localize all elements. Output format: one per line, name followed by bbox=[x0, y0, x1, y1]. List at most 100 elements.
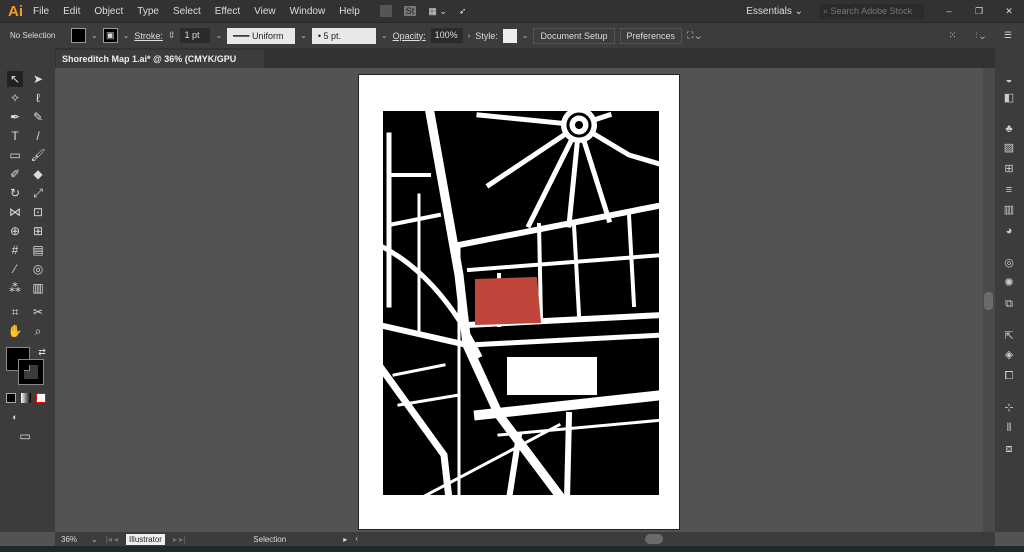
mesh-tool-icon[interactable]: # bbox=[7, 242, 23, 258]
transform-icon[interactable]: ⁙ bbox=[949, 30, 957, 41]
selection-tool-icon[interactable]: ↖ bbox=[7, 71, 23, 87]
minimize-icon[interactable]: – bbox=[934, 6, 964, 16]
close-window-icon[interactable]: ✕ bbox=[994, 6, 1024, 17]
eraser-tool-icon[interactable]: ◆ bbox=[30, 166, 46, 182]
horizontal-scroll-thumb[interactable] bbox=[645, 534, 664, 544]
pen-tool-icon[interactable]: ✒ bbox=[7, 109, 23, 125]
screen-mode-icon[interactable]: ▭ bbox=[17, 428, 33, 444]
lasso-tool-icon[interactable]: ℓ bbox=[30, 90, 46, 106]
appearance-panel-icon[interactable]: ◎ bbox=[1002, 257, 1016, 269]
menu-view[interactable]: View bbox=[254, 6, 276, 17]
status-menu-icon[interactable]: ▸ bbox=[343, 535, 347, 544]
opacity-input[interactable]: 100% bbox=[430, 28, 463, 43]
stroke-panel-icon[interactable]: ≡ bbox=[1002, 184, 1016, 196]
vertical-scroll-thumb[interactable] bbox=[984, 292, 993, 310]
rotate-tool-icon[interactable]: ↻ bbox=[7, 185, 23, 201]
width-tool-icon[interactable]: ⋈ bbox=[7, 204, 23, 220]
artboard-nav-next-icon[interactable]: ▸ ▸| bbox=[173, 535, 185, 544]
style-swatch[interactable] bbox=[502, 28, 517, 43]
scale-tool-icon[interactable]: ⤢ bbox=[30, 185, 46, 201]
workspace-switcher[interactable]: Essentials ⌄ bbox=[746, 6, 803, 17]
gradient-panel-icon[interactable]: ▥ bbox=[1002, 204, 1016, 216]
artboards-panel-icon[interactable]: ⧠ bbox=[1002, 370, 1016, 382]
paintbrush-tool-icon[interactable]: 🖌 bbox=[30, 147, 46, 163]
menu-object[interactable]: Object bbox=[94, 6, 123, 17]
align-icon[interactable]: ⫶ ⌄ bbox=[975, 30, 985, 41]
blend-tool-icon[interactable]: ◎ bbox=[30, 261, 46, 277]
curvature-tool-icon[interactable]: ✎ bbox=[30, 109, 46, 125]
menu-window[interactable]: Window bbox=[290, 6, 326, 17]
gradient-mode-icon[interactable] bbox=[21, 393, 31, 403]
column-graph-tool-icon[interactable]: ▥ bbox=[30, 280, 46, 296]
variable-width-profile[interactable]: ━━━ Uniform bbox=[227, 27, 296, 44]
artboard-nav-prev-icon[interactable]: |◂ ◂ bbox=[106, 535, 118, 544]
symbols-panel-icon[interactable]: ⊞ bbox=[1002, 163, 1016, 175]
symbol-sprayer-tool-icon[interactable]: ⁂ bbox=[7, 280, 23, 296]
brush-definition[interactable]: • 5 pt. Round bbox=[311, 27, 376, 57]
quick-actions-icon[interactable]: ⛶ ⌄ bbox=[687, 30, 701, 41]
pathfinder-panel-icon[interactable]: ⧈ bbox=[1002, 443, 1016, 455]
drawing-mode-icon[interactable]: ◐ bbox=[7, 409, 23, 425]
arrange-documents-icon[interactable]: ▦ ⌄ bbox=[428, 6, 447, 17]
highlighted-site bbox=[475, 277, 541, 325]
magic-wand-tool-icon[interactable]: ✧ bbox=[7, 90, 23, 106]
free-transform-tool-icon[interactable]: ⊡ bbox=[30, 204, 46, 220]
hand-tool-icon[interactable]: ✋ bbox=[7, 323, 23, 339]
artboard[interactable] bbox=[358, 74, 680, 530]
none-mode-icon[interactable] bbox=[36, 393, 46, 403]
menu-edit[interactable]: Edit bbox=[63, 6, 80, 17]
document-tab[interactable]: Shoreditch Map 1.ai* @ 36% (CMYK/GPU Pre… bbox=[56, 50, 264, 82]
layers-panel-icon[interactable]: ◈ bbox=[1002, 349, 1016, 361]
fill-swatch[interactable] bbox=[71, 28, 86, 43]
bridge-icon[interactable] bbox=[379, 5, 392, 17]
eyedropper-tool-icon[interactable]: ⁄ bbox=[7, 261, 23, 277]
direct-selection-tool-icon[interactable]: ➤ bbox=[30, 71, 46, 87]
artboard-name[interactable]: Illustrator bbox=[126, 533, 165, 545]
restore-icon[interactable]: ❐ bbox=[964, 6, 994, 17]
menu-select[interactable]: Select bbox=[173, 6, 201, 17]
zoom-level[interactable]: 36% bbox=[55, 535, 91, 544]
menu-bar: Ai File Edit Object Type Select Effect V… bbox=[0, 0, 1024, 22]
shape-builder-tool-icon[interactable]: ⊕ bbox=[7, 223, 23, 239]
horizontal-scrollbar[interactable]: ‹ bbox=[355, 534, 995, 544]
menu-help[interactable]: Help bbox=[339, 6, 360, 17]
document-setup-button[interactable]: Document Setup bbox=[533, 27, 615, 44]
stock-search-input[interactable]: ⌕ Search Adobe Stock bbox=[819, 3, 924, 19]
stroke-label[interactable]: Stroke: bbox=[134, 31, 163, 41]
shaper-tool-icon[interactable]: ✐ bbox=[7, 166, 23, 182]
type-tool-icon[interactable]: T bbox=[7, 128, 23, 144]
export-icon[interactable]: ⇱ bbox=[1002, 330, 1016, 342]
swatches-panel-icon[interactable]: ♣ bbox=[1002, 123, 1016, 135]
graphic-styles-icon[interactable]: ✺ bbox=[1002, 277, 1016, 289]
artboard-tool-icon[interactable]: ⌗ bbox=[7, 304, 23, 320]
layers-artboard-icon[interactable]: ⧉ bbox=[1002, 298, 1016, 310]
color-mode-icon[interactable] bbox=[6, 393, 16, 403]
line-tool-icon[interactable]: / bbox=[30, 128, 46, 144]
gpu-rocket-icon[interactable]: ➶ bbox=[459, 6, 467, 17]
stroke-swatch[interactable]: ▣ bbox=[102, 28, 118, 43]
opacity-label[interactable]: Opacity: bbox=[393, 31, 426, 41]
transform-panel-icon[interactable]: ⊹ bbox=[1002, 402, 1016, 414]
stroke-color-box[interactable] bbox=[18, 359, 44, 385]
menu-file[interactable]: File bbox=[33, 6, 49, 17]
preferences-button[interactable]: Preferences bbox=[619, 27, 683, 44]
rectangle-tool-icon[interactable]: ▭ bbox=[7, 147, 23, 163]
brushes-panel-icon[interactable]: ▨ bbox=[1002, 142, 1016, 154]
stroke-weight-input[interactable]: 1 pt bbox=[180, 28, 211, 43]
menu-effect[interactable]: Effect bbox=[215, 6, 240, 17]
gradient-tool-icon[interactable]: ▤ bbox=[30, 242, 46, 258]
zoom-tool-icon[interactable]: ⌕ bbox=[30, 323, 46, 339]
menu-type[interactable]: Type bbox=[137, 6, 159, 17]
stock-icon[interactable]: St bbox=[403, 6, 417, 16]
zoom-dropdown-icon[interactable]: ⌄ bbox=[91, 535, 98, 544]
stroke-stepper-icon[interactable]: ⇳ bbox=[168, 30, 176, 41]
transparency-panel-icon[interactable]: ◕ bbox=[1002, 225, 1016, 237]
panel-menu-icon[interactable]: ☰ bbox=[1004, 30, 1012, 41]
color-panel-icon[interactable]: ◒ bbox=[1002, 74, 1016, 86]
color-guide-icon[interactable]: ◧ bbox=[1002, 92, 1016, 104]
perspective-grid-tool-icon[interactable]: ⊞ bbox=[30, 223, 46, 239]
current-tool-status[interactable]: Selection bbox=[253, 535, 343, 544]
slice-tool-icon[interactable]: ✂ bbox=[30, 304, 46, 320]
align-panel-icon[interactable]: ⫴ bbox=[1002, 422, 1016, 434]
swap-colors-icon[interactable]: ⇄ bbox=[34, 344, 50, 360]
